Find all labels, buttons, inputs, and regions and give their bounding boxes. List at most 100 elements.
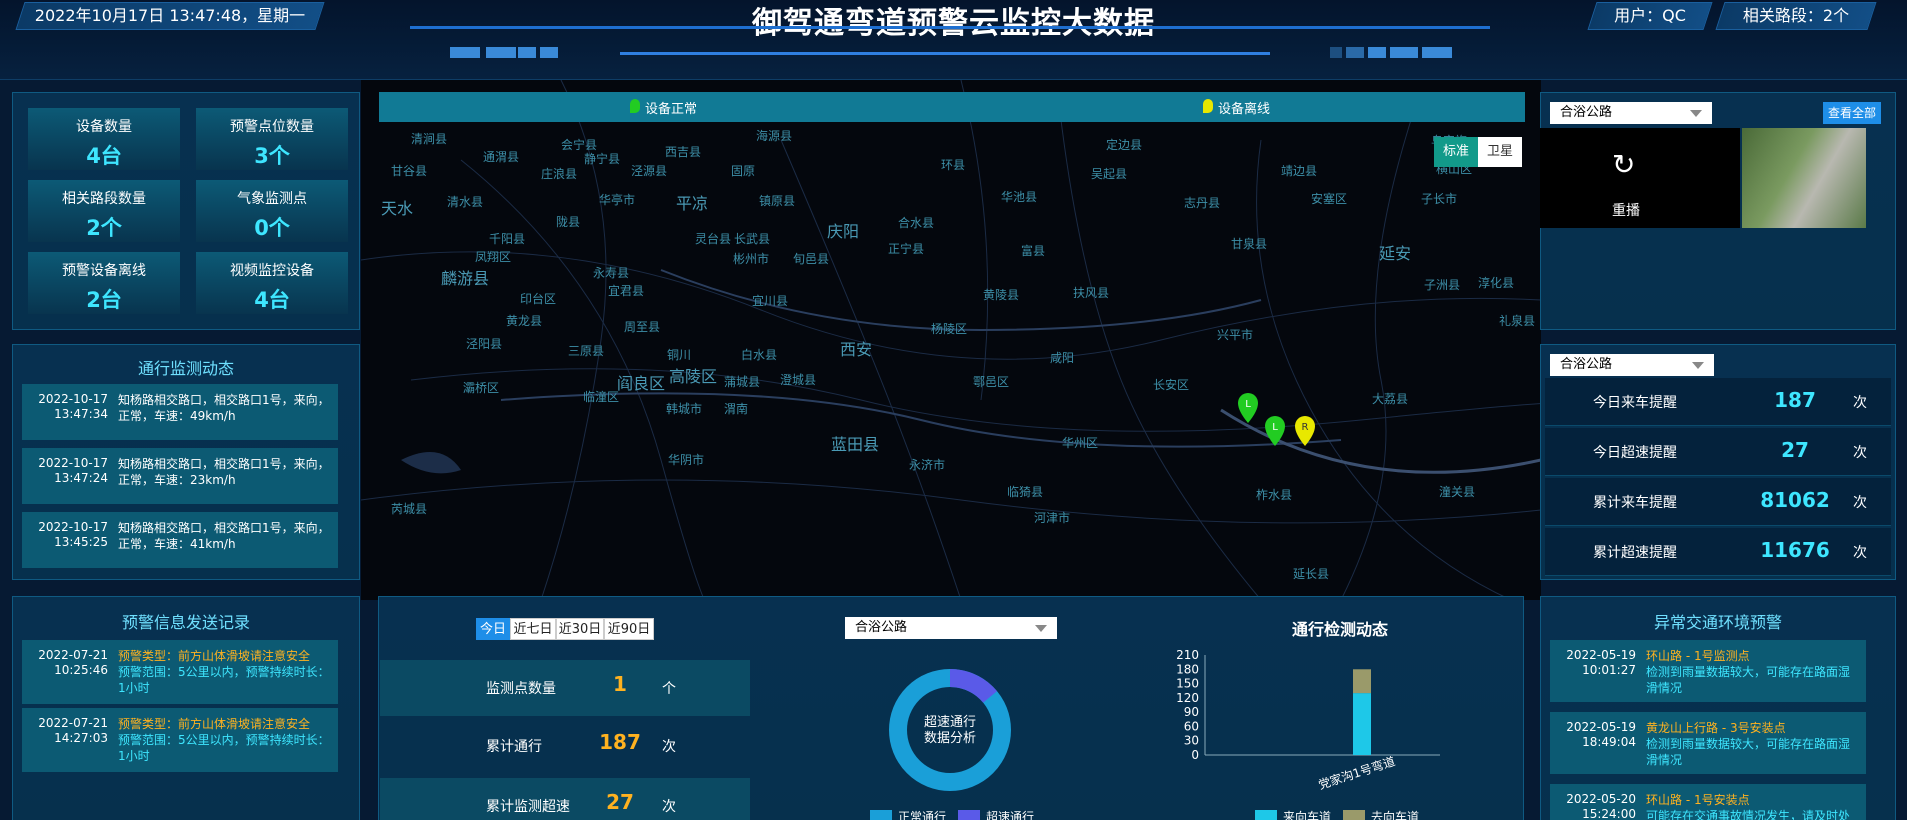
stat-value: 2台 — [86, 288, 122, 312]
city-label: 鄠邑区 — [973, 375, 1010, 389]
replay-icon[interactable]: ↻ — [1612, 148, 1635, 181]
record-time: 2022-05-20 15:24:00 — [1566, 792, 1636, 820]
video-road-select[interactable]: 合浴公路 — [1550, 102, 1712, 124]
city-label: 子洲县 — [1424, 278, 1461, 292]
traffic-record[interactable]: 2022-10-17 13:47:34 知杨路相交路口，相交路口1号，来向，正常，车… — [22, 384, 338, 440]
stat-label: 预警设备离线 — [62, 263, 146, 279]
stat-card: 预警设备离线 2台 — [28, 252, 180, 314]
alert-value: 81062 — [1760, 488, 1830, 512]
city-label: 靖边县 — [1281, 164, 1318, 178]
city-label: 长安区 — [1153, 378, 1190, 392]
record-time: 2022-07-21 10:25:46 — [38, 648, 108, 677]
city-label: 彬州市 — [733, 252, 770, 266]
road-video-thumbnail[interactable] — [1742, 128, 1866, 228]
range-tab[interactable]: 近90日 — [604, 618, 654, 640]
city-label: 吴起县 — [1091, 167, 1128, 181]
city-label: 安塞区 — [1311, 192, 1348, 206]
stat-label: 视频监控设备 — [230, 263, 314, 279]
stat-card: 视频监控设备 4台 — [196, 252, 348, 314]
warning-record[interactable]: 2022-07-21 14:27:03 预警类型：前方山体滑坡请注意安全 预警范围：5… — [22, 708, 338, 772]
stat-card: 设备数量 4台 — [28, 108, 180, 170]
city-label: 兴平市 — [1217, 328, 1254, 342]
city-label: 扶风县 — [1073, 286, 1110, 300]
alert-unit: 次 — [1853, 495, 1867, 511]
alert-label: 累计超速提醒 — [1593, 545, 1677, 561]
map-standard-button[interactable]: 标准 — [1434, 137, 1478, 167]
city-label: 高陵区 — [669, 367, 718, 386]
y-tick-label: 180 — [1176, 662, 1199, 676]
city-label: 蒲城县 — [724, 375, 761, 389]
warning-record[interactable]: 2022-07-21 10:25:46 预警类型：前方山体滑坡请注意安全 预警范围：5… — [22, 640, 338, 704]
roads-box[interactable]: 相关路段：2个 — [1715, 2, 1877, 30]
city-label: 长武县 — [734, 232, 771, 246]
alert-label: 今日超速提醒 — [1593, 445, 1677, 461]
summary-unit: 次 — [662, 799, 676, 815]
map-pin-normal[interactable]: L — [1265, 416, 1285, 446]
city-label: 芮城县 — [391, 502, 428, 516]
replay-label[interactable]: 重播 — [1612, 200, 1640, 220]
anomaly-record[interactable]: 2022-05-19 10:01:27 环山路 - 1号监测点 检测到雨量数据较大，可… — [1550, 640, 1866, 702]
svg-text:L: L — [1272, 422, 1278, 433]
stat-value: 3个 — [254, 144, 290, 168]
offline-pin-icon — [1203, 99, 1213, 113]
city-label: 陇县 — [556, 215, 581, 229]
traffic-record[interactable]: 2022-10-17 13:45:25 知杨路相交路口，相交路口1号，来向，正常，车… — [22, 512, 338, 568]
summary-label: 监测点数量 — [486, 681, 556, 697]
map-satellite-button[interactable]: 卫星 — [1478, 137, 1522, 167]
city-label: 固原 — [731, 164, 756, 178]
record-message: 环山路 - 1号监测点 检测到雨量数据较大，可能存在路面湿滑情况 — [1646, 649, 1851, 695]
city-label: 庄浪县 — [541, 167, 578, 181]
alert-row: 今日超速提醒 27 次 — [1545, 428, 1891, 476]
city-label: 黄龙县 — [506, 314, 543, 328]
city-label: 庆阳 — [827, 222, 860, 241]
map-view[interactable]: 清涧县海源县会宁县西吉县定边县乌审旗通渭县静宁县甘谷县庄浪县泾源县固原环县吴起县… — [361, 80, 1541, 600]
record-message: 知杨路相交路口，相交路口1号，来向，正常，车速：41km/h — [118, 521, 330, 551]
record-message: 预警类型：前方山体滑坡请注意安全 预警范围：5公里以内，预警持续时长：1小时 — [118, 649, 330, 695]
analysis-road-select[interactable]: 合浴公路 — [845, 617, 1057, 639]
stat-value: 2个 — [86, 216, 122, 240]
anomaly-record[interactable]: 2022-05-19 18:49:04 黄龙山上行路 - 3号安装点 检测到雨量数据较… — [1550, 712, 1866, 774]
record-time: 2022-07-21 14:27:03 — [38, 716, 108, 745]
legend-normal: 设备正常 — [645, 102, 698, 117]
city-label: 周至县 — [624, 320, 661, 334]
range-tab[interactable]: 近七日 — [510, 618, 556, 640]
city-label: 临潼区 — [583, 390, 620, 404]
city-label: 甘谷县 — [391, 164, 428, 178]
city-label: 平凉 — [676, 194, 709, 213]
city-label: 永寿县 — [593, 266, 630, 280]
city-label: 华州区 — [1062, 436, 1099, 450]
alert-row: 累计来车提醒 81062 次 — [1545, 478, 1891, 526]
record-time: 2022-05-19 10:01:27 — [1566, 648, 1636, 677]
warning-title: 预警信息发送记录 — [121, 613, 250, 632]
anomaly-record[interactable]: 2022-05-20 15:24:00 环山路 - 1号安装点 可能存在交通事故情况发… — [1550, 784, 1866, 820]
header-deco — [1422, 47, 1452, 58]
city-label: 清水县 — [447, 195, 484, 209]
alert-unit: 次 — [1853, 445, 1867, 461]
header-deco — [1368, 47, 1386, 58]
city-label: 华池县 — [1001, 190, 1038, 204]
map-pin-offline[interactable]: R — [1295, 416, 1315, 446]
anomaly-title: 异常交通环境预警 — [1653, 613, 1782, 632]
datetime-text: 2022年10月17日 13:47:48，星期一 — [34, 6, 306, 25]
city-label: 澄城县 — [780, 373, 817, 387]
y-tick-label: 0 — [1191, 748, 1199, 762]
city-label: 富县 — [1021, 244, 1046, 258]
video-player[interactable]: ↻ 重播 — [1540, 128, 1740, 228]
y-tick-label: 30 — [1184, 734, 1199, 748]
range-tab[interactable]: 今日 — [476, 618, 510, 640]
city-label: 志丹县 — [1184, 196, 1221, 210]
city-label: 延长县 — [1293, 567, 1330, 581]
chart-legend-in: 来向车道 — [1283, 810, 1332, 820]
user-box[interactable]: 用户：QC — [1587, 2, 1713, 30]
record-time: 2022-10-17 13:45:25 — [38, 520, 108, 549]
range-tab[interactable]: 近30日 — [556, 618, 604, 640]
map-pin-normal[interactable]: L — [1238, 393, 1258, 423]
view-all-button[interactable]: 查看全部 — [1823, 102, 1881, 124]
city-label: 泾源县 — [631, 164, 668, 178]
legend-out-swatch — [1343, 810, 1365, 820]
city-label: 蓝田县 — [831, 435, 880, 454]
traffic-record[interactable]: 2022-10-17 13:47:24 知杨路相交路口，相交路口1号，来向，正常，车… — [22, 448, 338, 504]
city-label: 子长市 — [1421, 192, 1458, 206]
alerts-road-select[interactable]: 合浴公路 — [1550, 354, 1714, 376]
city-label: 延安 — [1379, 244, 1412, 263]
